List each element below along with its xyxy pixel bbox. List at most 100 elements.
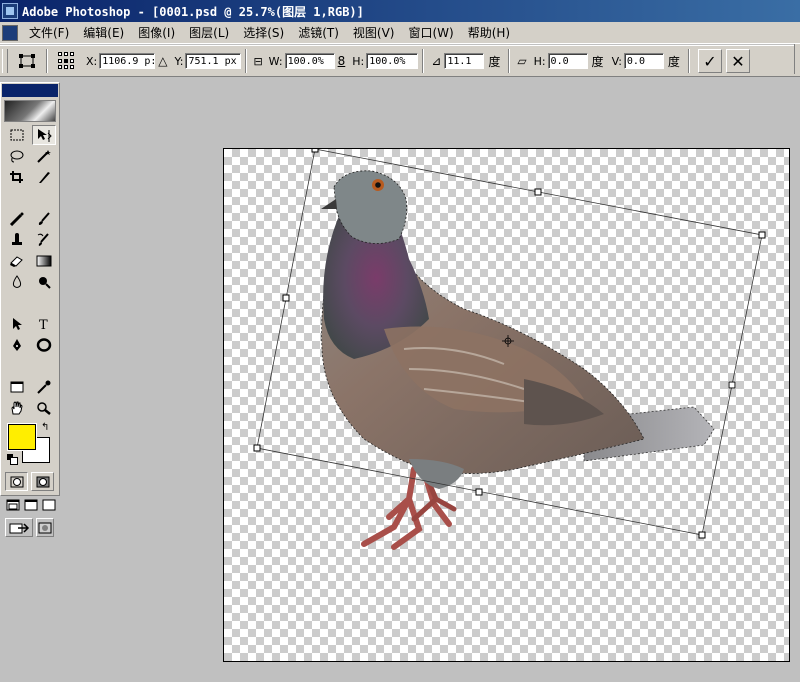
menu-bar: 文件(F) 编辑(E) 图像(I) 图层(L) 选择(S) 滤镜(T) 视图(V… (0, 22, 800, 44)
toolbox-panel: T ↰ (0, 82, 60, 537)
quick-mask-mode-button[interactable] (31, 472, 54, 491)
standard-screen-mode-icon[interactable] (5, 495, 20, 514)
h-label: H: (352, 54, 365, 68)
transform-handle-bottom-right[interactable] (698, 531, 706, 539)
foreground-color-swatch[interactable] (8, 424, 36, 450)
menu-help[interactable]: 帮助(H) (461, 24, 517, 41)
menu-file[interactable]: 文件(F) (22, 24, 76, 41)
y-label: Y: (174, 54, 184, 68)
jump-to-imageready-icon[interactable] (5, 518, 33, 537)
dodge-tool-icon[interactable] (32, 272, 56, 292)
menu-view[interactable]: 视图(V) (346, 24, 402, 41)
transform-handle-top-left[interactable] (311, 149, 319, 153)
ellipse-shape-tool-icon[interactable] (32, 335, 56, 355)
jump-to-row (1, 518, 59, 537)
lasso-tool-icon[interactable] (5, 146, 29, 166)
separator (46, 49, 48, 73)
w-label: W: (268, 54, 283, 68)
photoshop-logo-icon[interactable] (4, 100, 56, 122)
pigeon-image (321, 170, 715, 550)
document-icon[interactable] (2, 24, 18, 41)
separator (508, 49, 511, 73)
transform-handle-top[interactable] (534, 188, 542, 196)
pen-tool-icon[interactable] (5, 335, 29, 355)
history-brush-tool-icon[interactable] (32, 230, 56, 250)
imageready-logo-icon[interactable] (36, 518, 54, 537)
rotation-angle-input[interactable]: 11.1 (444, 53, 485, 69)
skew-h-unit: 度 (591, 54, 604, 69)
skew-v-label: V: (611, 54, 622, 68)
standard-mode-button[interactable] (5, 472, 28, 491)
separator (245, 49, 248, 73)
swap-colors-icon[interactable]: ↰ (41, 422, 49, 433)
menu-select[interactable]: 选择(S) (236, 24, 291, 41)
path-selection-tool-icon[interactable] (5, 314, 29, 334)
healing-brush-tool-icon[interactable] (5, 209, 29, 229)
window-title: Adobe Photoshop - [0001.psd @ 25.7%(图层 1… (22, 4, 364, 19)
options-bar-grip[interactable] (2, 49, 8, 73)
width-scale-input[interactable]: 100.0% (284, 53, 335, 69)
photoshop-app-icon[interactable] (2, 3, 18, 19)
clone-stamp-tool-icon[interactable] (5, 230, 29, 250)
full-screen-mode-icon[interactable] (41, 495, 56, 514)
menu-image[interactable]: 图像(I) (131, 24, 182, 41)
full-screen-menu-icon[interactable] (23, 495, 38, 514)
transform-handle-top-right[interactable] (758, 231, 766, 239)
notes-tool-icon[interactable] (5, 377, 29, 397)
reference-point-locator[interactable] (58, 52, 76, 70)
marquee-tool-icon[interactable] (5, 125, 29, 145)
cancel-transform-button[interactable]: ✕ (725, 49, 750, 73)
skew-icon: ▱ (517, 54, 527, 68)
close-icon: ✕ (731, 51, 745, 71)
magic-wand-tool-icon[interactable] (32, 146, 56, 166)
move-tool-icon[interactable] (32, 125, 56, 145)
x-label: X: (86, 54, 98, 68)
eyedropper-tool-icon[interactable] (32, 377, 56, 397)
transform-tool-preset-icon[interactable] (12, 49, 42, 73)
default-colors-icon[interactable] (7, 454, 18, 465)
menu-edit[interactable]: 编辑(E) (76, 24, 131, 41)
skew-v-unit: 度 (667, 54, 680, 69)
document-canvas[interactable] (223, 148, 790, 662)
checkmark-icon: ✓ (703, 51, 717, 71)
separator (687, 49, 690, 73)
skew-horizontal-input[interactable]: 0.0 (547, 53, 588, 69)
options-bar-overflow (794, 44, 800, 74)
color-swatches: ↰ (5, 422, 57, 468)
menu-window[interactable]: 窗口(W) (401, 24, 460, 41)
options-bar: X: 1106.9 p: △ Y: 751.1 px ⊟ W: 100.0% 8… (0, 45, 800, 77)
x-position-input[interactable]: 1106.9 p: (99, 53, 156, 69)
screen-mode-row (1, 495, 59, 514)
transform-handle-bottom[interactable] (475, 488, 483, 496)
separator (422, 49, 425, 73)
rotation-unit: 度 (488, 54, 501, 69)
menu-layer[interactable]: 图层(L) (182, 24, 236, 41)
title-bar: Adobe Photoshop - [0001.psd @ 25.7%(图层 1… (0, 0, 800, 22)
svg-text:T: T (39, 318, 48, 331)
y-position-input[interactable]: 751.1 px (185, 53, 242, 69)
slice-tool-icon[interactable] (32, 167, 56, 187)
zoom-tool-icon[interactable] (32, 398, 56, 418)
width-scale-icon: ⊟ (253, 54, 263, 68)
rotate-angle-icon: ⊿ (431, 54, 442, 68)
transform-handle-right[interactable] (728, 381, 736, 389)
menu-filter[interactable]: 滤镜(T) (291, 24, 346, 41)
blur-tool-icon[interactable] (5, 272, 29, 292)
commit-transform-button[interactable]: ✓ (697, 49, 722, 73)
brush-tool-icon[interactable] (32, 209, 56, 229)
height-scale-input[interactable]: 100.0% (366, 53, 419, 69)
transform-handle-left[interactable] (282, 294, 290, 302)
edit-mode-row (1, 472, 59, 491)
transform-handle-bottom-left[interactable] (253, 444, 261, 452)
tool-grid: T (1, 124, 59, 418)
skew-h-label: H: (533, 54, 546, 68)
eraser-tool-icon[interactable] (5, 251, 29, 271)
link-aspect-icon[interactable]: 8 (338, 54, 346, 68)
gradient-tool-icon[interactable] (32, 251, 56, 271)
type-tool-icon[interactable]: T (32, 314, 56, 334)
toolbox-titlebar[interactable] (2, 84, 58, 97)
relative-position-icon[interactable]: △ (158, 54, 167, 68)
skew-vertical-input[interactable]: 0.0 (623, 53, 664, 69)
hand-tool-icon[interactable] (5, 398, 29, 418)
crop-tool-icon[interactable] (5, 167, 29, 187)
